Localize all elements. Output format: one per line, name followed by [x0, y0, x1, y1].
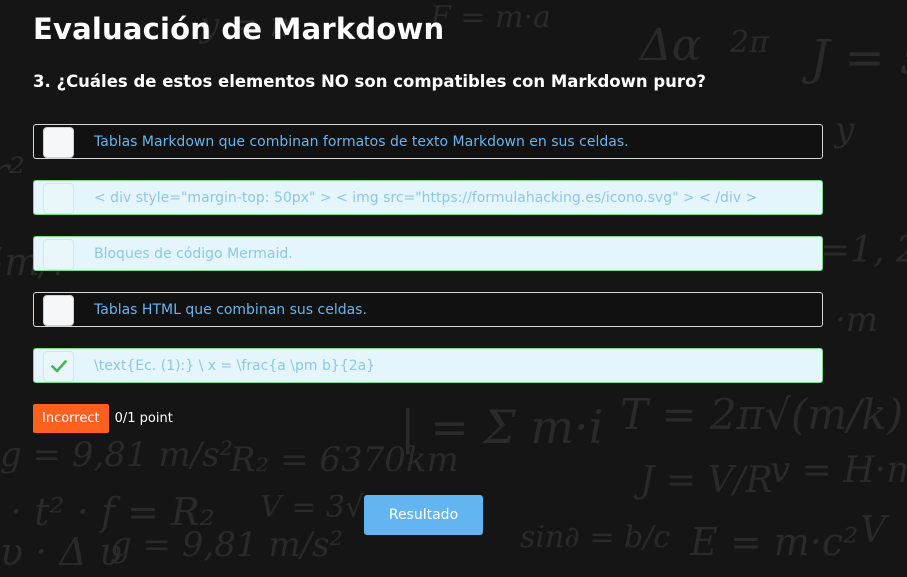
- incorrect-badge: Incorrect: [33, 404, 109, 433]
- answer-checkbox-1[interactable]: [43, 127, 74, 158]
- answer-checkbox-4[interactable]: [43, 295, 74, 326]
- answer-option-2[interactable]: < div style="margin-top: 50px" > < img s…: [33, 180, 823, 215]
- page-title: Evaluación de Markdown: [33, 12, 445, 46]
- result-button[interactable]: Resultado: [364, 495, 483, 535]
- points-text: 0/1 point: [114, 411, 173, 426]
- answer-checkbox-5[interactable]: [43, 351, 74, 382]
- answer-checkbox-2[interactable]: [43, 183, 74, 214]
- answer-label-1: Tablas Markdown que combinan formatos de…: [94, 133, 629, 150]
- answer-option-3[interactable]: Bloques de código Mermaid.: [33, 236, 823, 271]
- answer-option-1[interactable]: Tablas Markdown que combinan formatos de…: [33, 124, 823, 159]
- answer-option-5[interactable]: \text{Ec. (1):} \ x = \frac{a \pm b}{2a}: [33, 348, 823, 383]
- check-icon: [50, 360, 67, 373]
- answer-label-2: < div style="margin-top: 50px" > < img s…: [94, 189, 758, 206]
- answer-checkbox-3[interactable]: [43, 239, 74, 270]
- answer-label-3: Bloques de código Mermaid.: [94, 245, 293, 262]
- answer-label-5: \text{Ec. (1):} \ x = \frac{a \pm b}{2a}: [94, 357, 376, 374]
- result-row: Incorrect 0/1 point: [33, 404, 173, 433]
- answer-option-4[interactable]: Tablas HTML que combinan sus celdas.: [33, 292, 823, 327]
- question-text: 3. ¿Cuáles de estos elementos NO son com…: [33, 72, 706, 91]
- answer-label-4: Tablas HTML que combinan sus celdas.: [94, 301, 367, 318]
